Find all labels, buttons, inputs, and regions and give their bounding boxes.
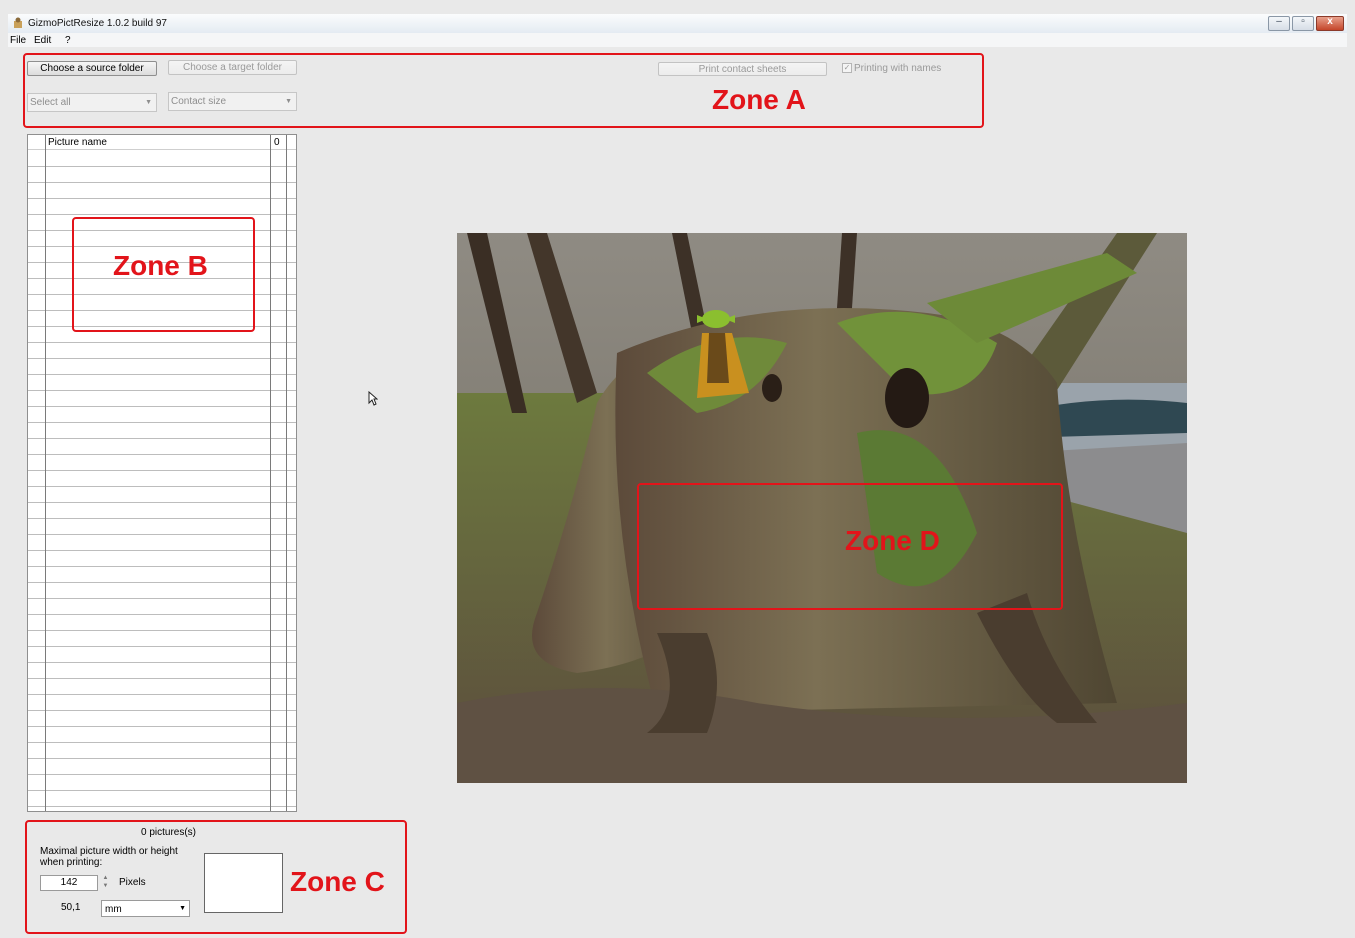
- column-count[interactable]: 0: [274, 137, 280, 148]
- zone-a-label: Zone A: [712, 84, 806, 115]
- minimize-button[interactable]: –: [1268, 16, 1290, 31]
- window-controls: – ▫ x: [1268, 16, 1344, 31]
- menu-edit[interactable]: Edit: [34, 35, 51, 46]
- table-header: Picture name 0: [28, 135, 296, 150]
- zone-d-label: Zone D: [845, 525, 940, 556]
- minimize-icon: –: [1276, 16, 1282, 27]
- close-icon: x: [1327, 16, 1333, 27]
- column-divider: [45, 135, 46, 811]
- column-picture-name[interactable]: Picture name: [48, 137, 107, 148]
- zone-c-label: Zone C: [290, 866, 385, 897]
- app-logo-icon: [14, 17, 22, 28]
- menu-help[interactable]: ?: [65, 35, 71, 46]
- maximize-icon: ▫: [1301, 16, 1305, 27]
- close-button[interactable]: x: [1316, 16, 1344, 31]
- zone-a-box: [23, 53, 984, 128]
- menu-bar: File Edit ?: [8, 33, 1347, 47]
- column-divider: [286, 135, 287, 811]
- zone-b-label: Zone B: [113, 250, 208, 281]
- cursor-pointer-icon: [368, 391, 378, 406]
- menu-file[interactable]: File: [10, 35, 26, 46]
- window-title: GizmoPictResize 1.0.2 build 97: [28, 18, 167, 29]
- maximize-button[interactable]: ▫: [1292, 16, 1314, 31]
- column-divider: [270, 135, 271, 811]
- title-bar: GizmoPictResize 1.0.2 build 97 – ▫ x: [8, 14, 1347, 34]
